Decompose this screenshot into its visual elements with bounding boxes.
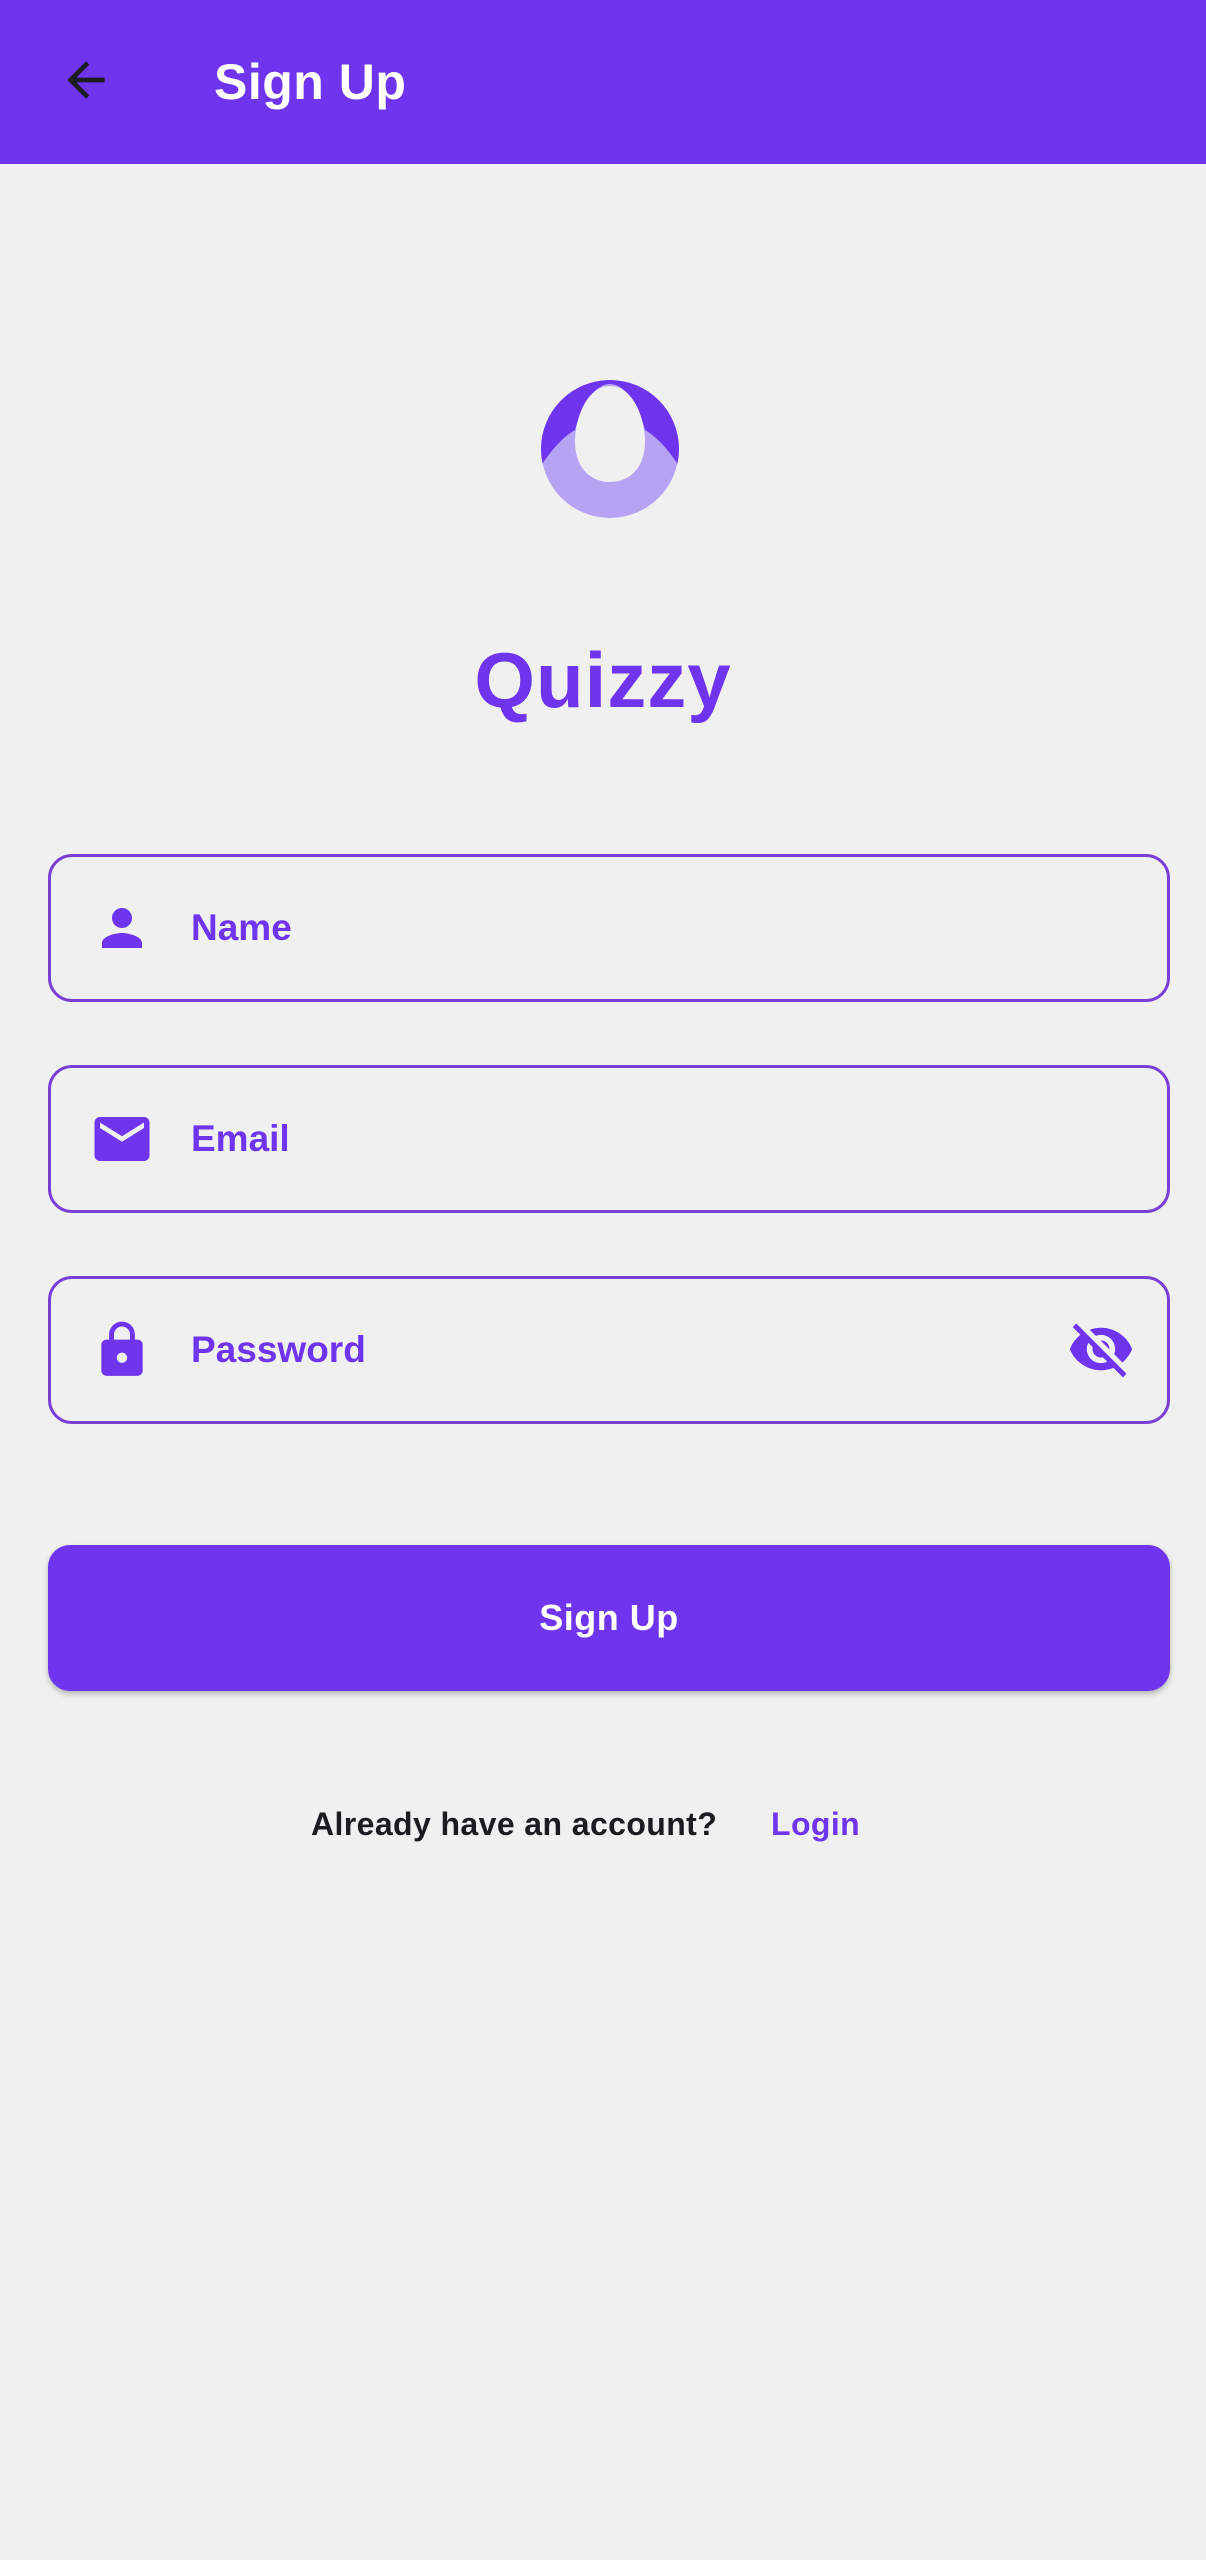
email-field[interactable] — [48, 1065, 1170, 1213]
email-input[interactable] — [191, 1068, 1047, 1210]
person-icon — [89, 895, 155, 961]
password-field[interactable] — [48, 1276, 1170, 1424]
app-name: Quizzy — [474, 636, 732, 724]
login-prompt: Already have an account? Login — [0, 1800, 1206, 1848]
already-have-account-text: Already have an account? — [311, 1806, 718, 1842]
signup-screen: Sign Up Quizzy Name Email Sign Up Alread… — [0, 0, 1206, 2560]
arrow-left-icon — [58, 52, 114, 113]
back-button[interactable] — [42, 38, 130, 126]
quizzy-logo — [541, 380, 679, 518]
name-input[interactable] — [191, 857, 1047, 999]
page-title: Sign Up — [214, 54, 407, 110]
name-field[interactable] — [48, 854, 1170, 1002]
eye-off-icon — [1067, 1315, 1135, 1388]
login-link[interactable]: Login — [771, 1800, 860, 1848]
envelope-icon — [89, 1106, 155, 1172]
sign-up-button-label: Sign Up — [539, 1597, 679, 1638]
app-bar: Sign Up — [0, 0, 1206, 164]
toggle-password-visibility-button[interactable] — [1065, 1315, 1137, 1387]
password-input[interactable] — [191, 1279, 1047, 1421]
sign-up-button[interactable]: Sign Up — [48, 1545, 1170, 1691]
lock-icon — [89, 1317, 155, 1383]
